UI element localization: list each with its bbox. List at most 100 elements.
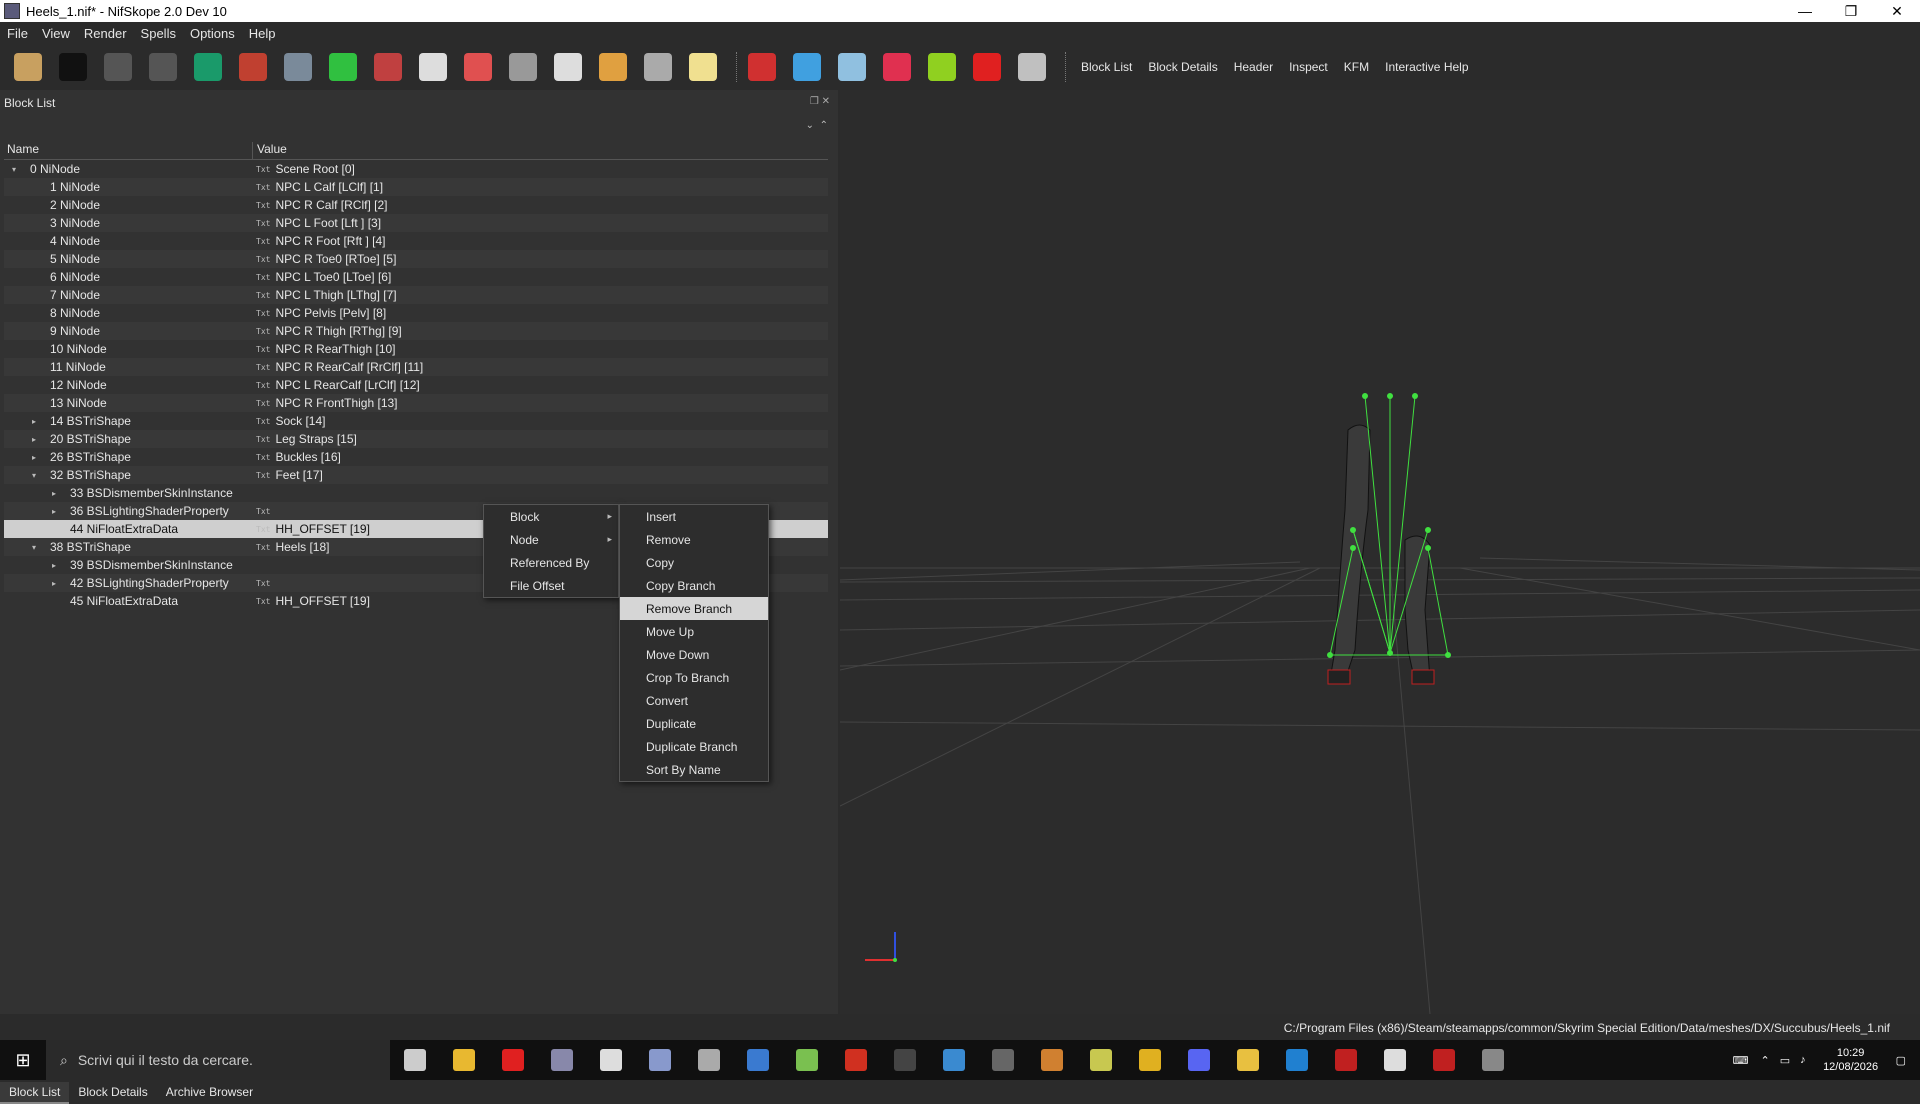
tree-row[interactable]: 11 NiNode Txt NPC R RearCalf [RrClf] [11] xyxy=(4,358,828,376)
hidden-button[interactable] xyxy=(1014,49,1050,85)
tree-row[interactable]: ▾ 32 BSTriShape Txt Feet [17] xyxy=(4,466,828,484)
folder-taskbar-button[interactable] xyxy=(1223,1040,1272,1080)
gears-taskbar-button[interactable] xyxy=(684,1040,733,1080)
skyrim-taskbar-button[interactable] xyxy=(1468,1040,1517,1080)
save-button[interactable] xyxy=(55,49,91,85)
menu-help[interactable]: Help xyxy=(242,26,283,41)
editor-taskbar-button[interactable] xyxy=(1272,1040,1321,1080)
minimize-button[interactable]: — xyxy=(1782,3,1828,20)
maximize-button[interactable]: ❐ xyxy=(1828,3,1874,20)
opera-taskbar-button[interactable] xyxy=(488,1040,537,1080)
menu-item-sort-by-name[interactable]: Sort By Name xyxy=(620,758,768,781)
filezilla-taskbar-button[interactable] xyxy=(831,1040,880,1080)
tree-row[interactable]: 5 NiNode Txt NPC R Toe0 [RToe] [5] xyxy=(4,250,828,268)
view-side-button[interactable] xyxy=(370,49,406,85)
menu-render[interactable]: Render xyxy=(77,26,134,41)
walk-button[interactable] xyxy=(505,49,541,85)
tree-row[interactable]: 13 NiNode Txt NPC R FrontThigh [13] xyxy=(4,394,828,412)
tree-row[interactable]: 10 NiNode Txt NPC R RearThigh [10] xyxy=(4,340,828,358)
tab-block-details[interactable]: Block Details xyxy=(69,1082,156,1104)
notepad-taskbar-button[interactable] xyxy=(782,1040,831,1080)
menu-item-file-offset[interactable]: File Offset xyxy=(484,574,618,597)
discord-taskbar-button[interactable] xyxy=(1174,1040,1223,1080)
view-top-button[interactable] xyxy=(325,49,361,85)
game-taskbar-button[interactable] xyxy=(1419,1040,1468,1080)
arrow-app-taskbar-button[interactable] xyxy=(880,1040,929,1080)
toggle-inspect-button[interactable]: Inspect xyxy=(1281,60,1336,74)
expand-arrow-icon[interactable]: ▸ xyxy=(28,417,40,426)
tree-row[interactable]: ▸ 33 BSDismemberSkinInstance xyxy=(4,484,828,502)
light-button[interactable] xyxy=(685,49,721,85)
windows-start-icon[interactable]: ⊞ xyxy=(0,1040,46,1080)
tree-row[interactable]: ▸ 26 BSTriShape Txt Buckles [16] xyxy=(4,448,828,466)
tree-row[interactable]: 2 NiNode Txt NPC R Calf [RClf] [2] xyxy=(4,196,828,214)
expand-arrow-icon[interactable]: ▸ xyxy=(28,453,40,462)
tree-row[interactable]: ▾ 0 NiNode Txt Scene Root [0] xyxy=(4,160,828,178)
marker-button[interactable] xyxy=(969,49,1005,85)
menu-item-duplicate-branch[interactable]: Duplicate Branch xyxy=(620,735,768,758)
menu-item-remove-branch[interactable]: Remove Branch xyxy=(620,597,768,620)
menu-item-insert[interactable]: Insert xyxy=(620,505,768,528)
expand-arrow-icon[interactable]: ▾ xyxy=(28,543,40,552)
toggle-header-button[interactable]: Header xyxy=(1226,60,1281,74)
close-button[interactable]: ✕ xyxy=(1874,3,1920,20)
select-object-button[interactable] xyxy=(190,49,226,85)
3d-viewport[interactable] xyxy=(840,90,1920,1014)
tree-row[interactable]: 8 NiNode Txt NPC Pelvis [Pelv] [8] xyxy=(4,304,828,322)
menu-file[interactable]: File xyxy=(0,26,35,41)
expand-arrow-icon[interactable]: ▸ xyxy=(48,579,60,588)
eye-hidden-button[interactable] xyxy=(595,49,631,85)
nodes-button[interactable] xyxy=(834,49,870,85)
menu-view[interactable]: View xyxy=(35,26,77,41)
tab-archive-browser[interactable]: Archive Browser xyxy=(157,1082,262,1104)
nifskope-taskbar-button[interactable] xyxy=(537,1040,586,1080)
tree-row[interactable]: 4 NiNode Txt NPC R Foot [Rft ] [4] xyxy=(4,232,828,250)
menu-item-crop-to-branch[interactable]: Crop To Branch xyxy=(620,666,768,689)
tree-row[interactable]: 7 NiNode Txt NPC L Thigh [LThg] [7] xyxy=(4,286,828,304)
eye-button[interactable] xyxy=(550,49,586,85)
terminal-taskbar-button[interactable] xyxy=(586,1040,635,1080)
interactive-help-button[interactable]: Interactive Help xyxy=(1377,60,1476,74)
task-view-taskbar-button[interactable] xyxy=(390,1040,439,1080)
network-icon[interactable]: ▭ xyxy=(1780,1054,1790,1067)
menu-item-move-down[interactable]: Move Down xyxy=(620,643,768,666)
column-value-header[interactable]: Value xyxy=(253,142,287,159)
panel-float-close-icons[interactable]: ❐ ✕ xyxy=(810,96,830,107)
menu-item-move-up[interactable]: Move Up xyxy=(620,620,768,643)
expand-arrow-icon[interactable]: ▾ xyxy=(8,165,20,174)
store-taskbar-button[interactable] xyxy=(929,1040,978,1080)
fallout-taskbar-button[interactable] xyxy=(1321,1040,1370,1080)
taskbar-search[interactable]: ⌕ Scrivi qui il testo da cercare. xyxy=(46,1040,390,1080)
toggle-kfm-button[interactable]: KFM xyxy=(1336,60,1377,74)
castle-taskbar-button[interactable] xyxy=(1370,1040,1419,1080)
expand-arrow-icon[interactable]: ▸ xyxy=(28,435,40,444)
menu-item-copy-branch[interactable]: Copy Branch xyxy=(620,574,768,597)
menu-item-node[interactable]: Node ▸ xyxy=(484,528,618,551)
tree-row[interactable]: 6 NiNode Txt NPC L Toe0 [LToe] [6] xyxy=(4,268,828,286)
expand-arrow-icon[interactable]: ▸ xyxy=(48,561,60,570)
view-perspective-button[interactable] xyxy=(460,49,496,85)
menu-item-duplicate[interactable]: Duplicate xyxy=(620,712,768,735)
chrome-taskbar-button[interactable] xyxy=(1125,1040,1174,1080)
tree-row[interactable]: ▸ 20 BSTriShape Txt Leg Straps [15] xyxy=(4,430,828,448)
app-window-taskbar-button[interactable] xyxy=(733,1040,782,1080)
undo-button[interactable] xyxy=(100,49,136,85)
notification-icon[interactable]: ▢ xyxy=(1896,1054,1906,1067)
expand-collapse-icons[interactable]: ⌄ ⌃ xyxy=(806,120,828,131)
redo-button[interactable] xyxy=(145,49,181,85)
view-flip-button[interactable] xyxy=(415,49,451,85)
tab-block-list[interactable]: Block List xyxy=(0,1082,70,1104)
tree-row[interactable]: 3 NiNode Txt NPC L Foot [Lft ] [3] xyxy=(4,214,828,232)
gimp-taskbar-button[interactable] xyxy=(1027,1040,1076,1080)
map-taskbar-button[interactable] xyxy=(1076,1040,1125,1080)
menu-item-referenced-by[interactable]: Referenced By xyxy=(484,551,618,574)
tree-row[interactable]: ▸ 14 BSTriShape Txt Sock [14] xyxy=(4,412,828,430)
volume-icon[interactable]: ♪ xyxy=(1800,1054,1806,1066)
axes-button[interactable] xyxy=(789,49,825,85)
tree-row[interactable]: 1 NiNode Txt NPC L Calf [LClf] [1] xyxy=(4,178,828,196)
constraints-button[interactable] xyxy=(879,49,915,85)
expand-arrow-icon[interactable]: ▾ xyxy=(28,471,40,480)
column-name-header[interactable]: Name xyxy=(4,142,253,159)
menu-spells[interactable]: Spells xyxy=(134,26,183,41)
toggle-block-list-button[interactable]: Block List xyxy=(1073,60,1140,74)
